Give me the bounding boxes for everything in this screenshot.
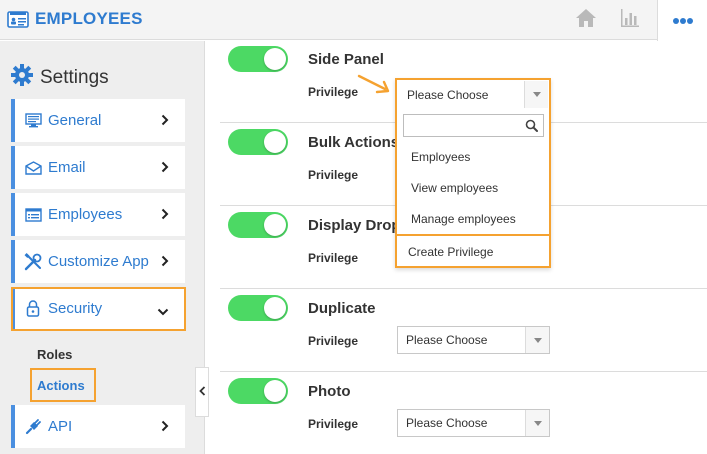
chevron-right-icon (161, 160, 169, 178)
chevron-right-icon (161, 113, 169, 131)
side-panel-toggle[interactable] (228, 46, 288, 72)
privilege-dropdown: Please Choose Employees View employees M… (395, 78, 551, 268)
sidebar-item-label: Customize App (48, 253, 149, 270)
caret-down-icon (524, 81, 548, 108)
dropdown-option-employees[interactable]: Employees (411, 150, 470, 164)
bulk-actions-toggle[interactable] (228, 129, 288, 155)
select-value: Please Choose (406, 333, 488, 347)
caret-down-icon (525, 327, 549, 353)
sidebar-item-employees[interactable]: Employees (11, 193, 185, 236)
dropdown-option-view-employees[interactable]: View employees (411, 181, 498, 195)
select-value: Please Choose (406, 416, 488, 430)
privilege-label: Privilege (308, 85, 359, 99)
toggle-knob (264, 48, 286, 70)
dropdown-search-input[interactable] (403, 114, 544, 137)
sidebar-item-customize-app[interactable]: Customize App (11, 240, 185, 283)
app-title: EMPLOYEES (35, 9, 143, 28)
plug-icon (24, 418, 42, 436)
action-row-duplicate: Duplicate Privilege Please Choose (220, 289, 707, 372)
row-title: Duplicate (308, 300, 376, 317)
monitor-icon (24, 112, 42, 130)
settings-title: Settings (40, 66, 109, 88)
duplicate-privilege-select[interactable]: Please Choose (397, 326, 550, 354)
settings-header: Settings (10, 63, 109, 92)
action-row-photo: Photo Privilege Please Choose (220, 372, 707, 454)
sidebar-item-api[interactable]: API (11, 405, 185, 448)
id-card-icon (7, 11, 29, 28)
sidebar-subitem-actions[interactable]: Actions (30, 368, 96, 402)
privilege-label: Privilege (308, 251, 359, 265)
privilege-label: Privilege (308, 334, 359, 348)
privilege-label: Privilege (308, 168, 359, 182)
sidebar-item-general[interactable]: General (11, 99, 185, 142)
security-highlight (11, 287, 186, 331)
create-privilege-label: Create Privilege (408, 245, 494, 259)
toggle-knob (264, 380, 286, 402)
row-title: Display Drop (308, 217, 401, 234)
photo-privilege-select[interactable]: Please Choose (397, 409, 550, 437)
sidebar-item-label: Email (48, 159, 86, 176)
row-title: Photo (308, 383, 351, 400)
search-icon (525, 119, 538, 137)
settings-sidebar: Settings General Email Employees Customi… (0, 41, 205, 454)
chevron-right-icon (161, 254, 169, 272)
caret-down-icon (525, 410, 549, 436)
side-panel-privilege-select[interactable]: Please Choose (398, 81, 548, 108)
annotation-arrow-icon (357, 73, 393, 100)
chevron-right-icon (161, 419, 169, 437)
toggle-knob (264, 214, 286, 236)
more-options-button[interactable] (657, 0, 707, 41)
select-value: Please Choose (407, 88, 489, 102)
toggle-knob (264, 297, 286, 319)
row-title: Bulk Actions (308, 134, 400, 151)
photo-toggle[interactable] (228, 378, 288, 404)
sidebar-item-label: General (48, 112, 102, 129)
chevron-left-icon (198, 383, 206, 401)
reports-button[interactable] (612, 0, 648, 40)
home-icon (574, 7, 598, 34)
row-title: Side Panel (308, 51, 384, 68)
sidebar-subitem-label: Actions (37, 378, 85, 393)
sidebar-item-label: Employees (48, 206, 123, 223)
sidebar-item-label: API (48, 418, 73, 435)
sidebar-subitem-roles[interactable]: Roles (37, 347, 72, 362)
tools-icon (24, 252, 42, 271)
create-privilege-button[interactable]: Create Privilege (397, 234, 549, 268)
privilege-label: Privilege (308, 417, 359, 431)
dropdown-option-manage-employees[interactable]: Manage employees (411, 212, 516, 226)
chevron-right-icon (161, 207, 169, 225)
app-header: EMPLOYEES (0, 0, 707, 41)
sidebar-item-email[interactable]: Email (11, 146, 185, 189)
more-dots-icon (672, 12, 694, 30)
envelope-icon (24, 159, 42, 177)
gear-icon (10, 63, 34, 92)
toggle-knob (264, 131, 286, 153)
display-drop-toggle[interactable] (228, 212, 288, 238)
collapse-sidebar-button[interactable] (195, 367, 209, 417)
list-window-icon (24, 206, 42, 224)
home-button[interactable] (568, 0, 604, 40)
bar-chart-icon (619, 7, 641, 34)
duplicate-toggle[interactable] (228, 295, 288, 321)
